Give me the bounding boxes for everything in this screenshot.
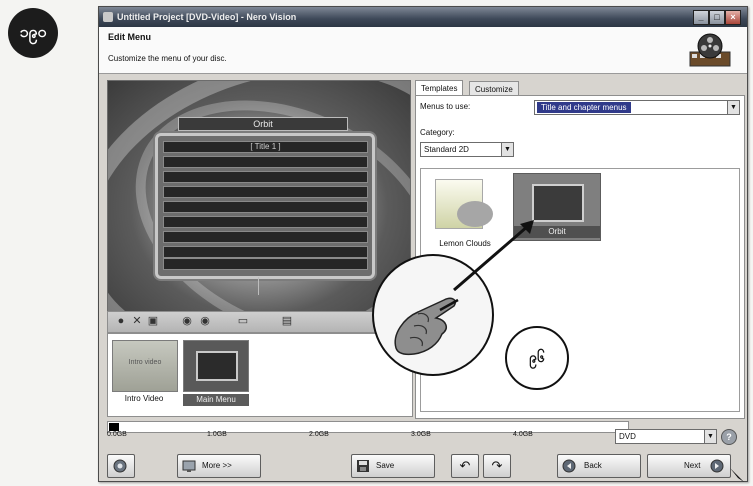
main-menu-label: Main Menu bbox=[183, 394, 249, 406]
preview-title-button[interactable]: [ Title 1 ] bbox=[163, 141, 368, 153]
disc-type-select[interactable]: DVD ▼ bbox=[615, 429, 717, 444]
back-button[interactable]: Back bbox=[557, 454, 641, 478]
more-button[interactable]: More >> bbox=[177, 454, 261, 478]
next-button[interactable]: Next bbox=[647, 454, 731, 478]
capacity-tick: 0.0GB bbox=[107, 431, 127, 438]
next-arrow-icon bbox=[710, 459, 724, 473]
film-reel-icon bbox=[689, 33, 731, 67]
main-menu-thumb-inner bbox=[196, 351, 238, 381]
preview-menu-row[interactable] bbox=[163, 231, 368, 243]
preview-menu-row[interactable] bbox=[163, 246, 368, 258]
preview-toolbar: ● ✕ ▣ ◉ ◉ ▭ ▤ bbox=[107, 311, 413, 333]
preview-menu-row[interactable] bbox=[163, 258, 368, 270]
chevron-down-icon[interactable]: ▼ bbox=[704, 430, 716, 443]
window-title: Untitled Project [DVD-Video] - Nero Visi… bbox=[117, 12, 297, 22]
category-value: Standard 2D bbox=[424, 145, 469, 154]
layout-icon[interactable]: ▤ bbox=[280, 315, 294, 328]
capacity-tick: 3.0GB bbox=[411, 431, 431, 438]
nero-vision-window: Untitled Project [DVD-Video] - Nero Visi… bbox=[98, 6, 748, 482]
back-button-label: Back bbox=[584, 461, 602, 470]
preview-menu-row[interactable] bbox=[163, 171, 368, 183]
page-title: Edit Menu bbox=[108, 32, 151, 42]
help-circle-icon bbox=[113, 459, 127, 473]
capacity-fill bbox=[109, 423, 119, 431]
close-button[interactable]: × bbox=[725, 10, 741, 25]
capacity-track bbox=[107, 421, 629, 433]
app-icon bbox=[103, 12, 113, 22]
disc-type-value: DVD bbox=[619, 432, 636, 441]
monitor-icon bbox=[182, 460, 196, 472]
preview-guide-line bbox=[258, 277, 259, 295]
play-icon[interactable]: ◉ bbox=[180, 315, 194, 328]
category-label: Category: bbox=[420, 128, 455, 137]
floppy-disk-icon bbox=[357, 460, 369, 472]
redo-button[interactable]: ↷ bbox=[483, 454, 511, 478]
disc-capacity-bar: 0.0GB 1.0GB 2.0GB 3.0GB 4.0GB bbox=[107, 421, 647, 439]
capacity-tick: 1.0GB bbox=[207, 431, 227, 438]
circle-icon[interactable]: ● bbox=[114, 315, 128, 328]
menu-thumbnails: Intro video Intro Video Main Menu bbox=[107, 333, 413, 417]
undo-button[interactable]: ↶ bbox=[451, 454, 479, 478]
preview-menu-title[interactable]: Orbit bbox=[178, 117, 348, 131]
intro-video-label: Intro Video bbox=[124, 394, 164, 403]
next-button-label: Next bbox=[684, 461, 701, 470]
step-number-badge: ၉၆ bbox=[505, 326, 569, 390]
help-button[interactable] bbox=[107, 454, 135, 478]
chevron-down-icon[interactable]: ▼ bbox=[501, 143, 513, 156]
minimize-button[interactable]: _ bbox=[693, 10, 709, 25]
intro-video-thumbnail[interactable]: Intro video bbox=[112, 340, 178, 392]
preview-menu-frame: [ Title 1 ] bbox=[155, 133, 375, 279]
menus-to-use-select[interactable]: Title and chapter menus ▼ bbox=[534, 100, 740, 115]
page-subtitle: Customize the menu of your disc. bbox=[108, 54, 227, 63]
category-select[interactable]: Standard 2D ▼ bbox=[420, 142, 514, 157]
menus-to-use-label: Menus to use: bbox=[420, 102, 471, 111]
capacity-tick: 2.0GB bbox=[309, 431, 329, 438]
more-button-label: More >> bbox=[202, 461, 232, 470]
intro-thumb-text: Intro video bbox=[128, 359, 162, 366]
help-icon[interactable]: ? bbox=[721, 429, 737, 445]
preview-menu-row[interactable] bbox=[163, 156, 368, 168]
page-number-badge: ၁၉၀ bbox=[8, 8, 58, 58]
maximize-button[interactable]: □ bbox=[709, 10, 725, 25]
preview-menu-row[interactable] bbox=[163, 201, 368, 213]
chevron-down-icon[interactable]: ▼ bbox=[727, 101, 739, 114]
save-button-label: Save bbox=[376, 461, 395, 470]
title-bar[interactable]: Untitled Project [DVD-Video] - Nero Visi… bbox=[99, 7, 747, 27]
preview-menu-row[interactable] bbox=[163, 216, 368, 228]
preview-menu-row[interactable] bbox=[163, 186, 368, 198]
menu-preview[interactable]: Orbit [ Title 1 ] bbox=[107, 80, 411, 312]
cursor-arrow-icon bbox=[730, 468, 744, 482]
main-menu-thumbnail[interactable] bbox=[183, 340, 249, 392]
wizard-header: Edit Menu Customize the menu of your dis… bbox=[99, 27, 747, 74]
capacity-tick: 4.0GB bbox=[513, 431, 533, 438]
delete-icon[interactable]: ✕ bbox=[130, 315, 144, 328]
save-icon[interactable]: ▣ bbox=[146, 315, 160, 328]
stop-icon[interactable]: ◉ bbox=[198, 315, 212, 328]
back-arrow-icon bbox=[562, 459, 576, 473]
save-button[interactable]: Save bbox=[351, 454, 435, 478]
pointer-arrow bbox=[453, 220, 534, 292]
menus-to-use-value: Title and chapter menus bbox=[537, 102, 631, 113]
screen-icon[interactable]: ▭ bbox=[236, 315, 250, 328]
